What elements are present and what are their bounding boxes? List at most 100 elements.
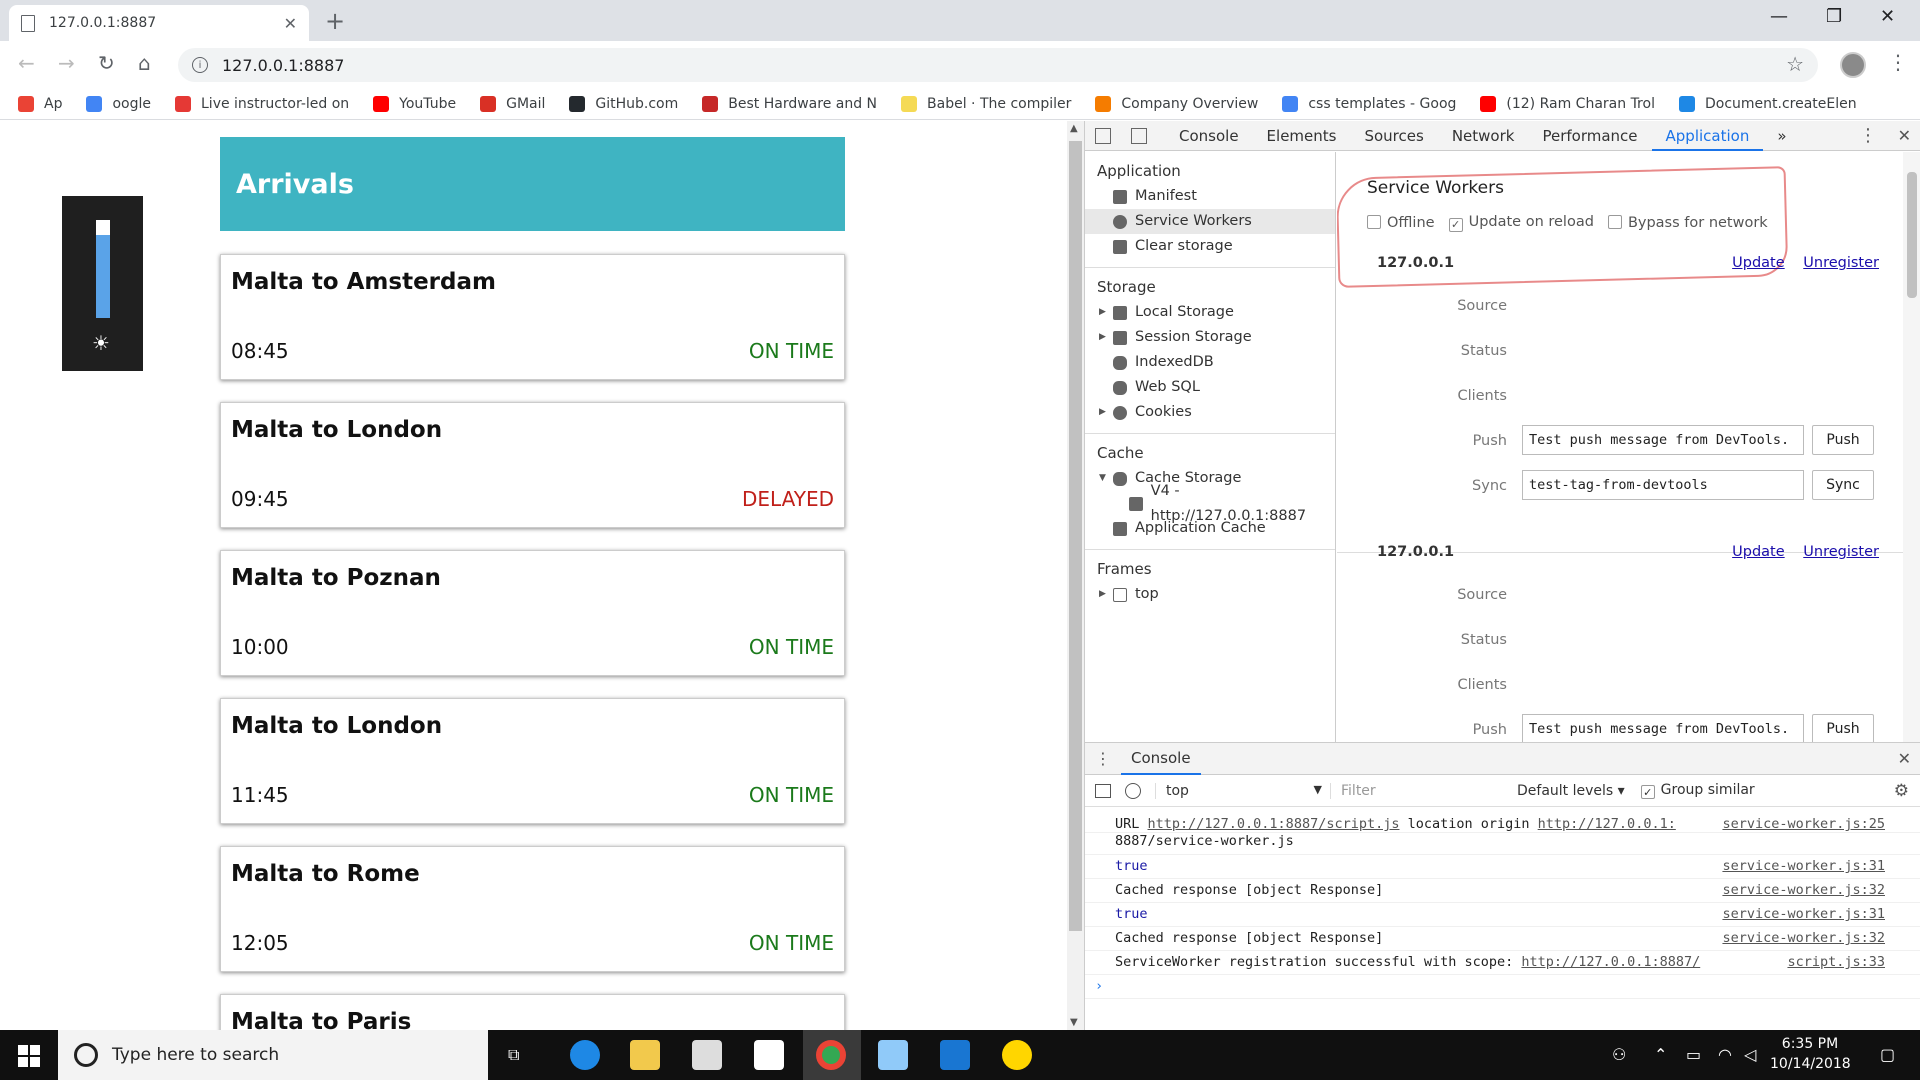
page-scroll-thumb[interactable] <box>1069 141 1082 931</box>
app-icon[interactable] <box>1002 1040 1032 1070</box>
push-button[interactable]: Push <box>1812 714 1874 742</box>
console-prompt[interactable]: › <box>1085 975 1920 999</box>
battery-icon[interactable]: ▭ <box>1686 1045 1701 1064</box>
sync-button[interactable]: Sync <box>1812 470 1874 500</box>
unchecked-icon[interactable] <box>1367 214 1381 229</box>
console-settings-icon[interactable]: ⚙ <box>1894 781 1909 801</box>
sidebar-item-service-workers[interactable]: Service Workers <box>1085 209 1335 234</box>
info-icon[interactable]: i <box>192 57 208 73</box>
console-source-link[interactable]: service-worker.js:31 <box>1722 858 1885 874</box>
collapse-arrow-icon[interactable]: ▼ <box>1099 466 1109 491</box>
bookmark-star-icon[interactable]: ☆ <box>1786 52 1804 76</box>
forward-icon[interactable]: → <box>58 51 75 75</box>
reload-icon[interactable]: ↻ <box>98 51 115 75</box>
tab-close-icon[interactable]: ✕ <box>284 14 297 33</box>
volume-icon[interactable]: ◁ <box>1744 1045 1756 1064</box>
tab-console[interactable]: Console <box>1165 121 1253 151</box>
page-scrollbar[interactable]: ▲ ▼ <box>1067 121 1084 1030</box>
bookmark-item[interactable]: GMail <box>480 95 545 112</box>
tab-elements[interactable]: Elements <box>1253 121 1351 151</box>
unregister-link[interactable]: Unregister <box>1803 255 1879 271</box>
home-icon[interactable]: ⌂ <box>138 51 151 75</box>
sidebar-item-clear-storage[interactable]: Clear storage <box>1085 234 1335 259</box>
push-input[interactable]: Test push message from DevTools. <box>1522 714 1804 742</box>
bookmark-item[interactable]: Company Overview <box>1095 95 1258 112</box>
windows-start-icon[interactable] <box>18 1045 40 1067</box>
console-source-link[interactable]: service-worker.js:32 <box>1722 882 1885 898</box>
log-levels-select[interactable]: Default levels ▾ <box>1517 783 1625 799</box>
sidebar-item-websql[interactable]: Web SQL <box>1085 375 1335 400</box>
sidebar-item-session-storage[interactable]: ▶ Session Storage <box>1085 325 1335 350</box>
device-toolbar-icon[interactable] <box>1131 127 1147 144</box>
sidebar-item-manifest[interactable]: Manifest <box>1085 184 1335 209</box>
bookmark-item[interactable]: Best Hardware and N <box>702 95 877 112</box>
bookmark-item[interactable]: oogle <box>86 95 151 112</box>
back-icon[interactable]: ← <box>18 51 35 75</box>
drawer-tab-console[interactable]: Console <box>1121 743 1201 775</box>
people-icon[interactable]: ⚇ <box>1612 1045 1626 1064</box>
offline-checkbox[interactable]: Offline <box>1367 214 1435 231</box>
console-link[interactable]: http://127.0.0.1:8887/script.js <box>1148 816 1400 832</box>
chrome-menu-icon[interactable]: ⋮ <box>1888 50 1908 74</box>
bookmark-item[interactable]: Live instructor-led on <box>175 95 349 112</box>
sync-input[interactable]: test-tag-from-devtools <box>1522 470 1804 500</box>
tab-application[interactable]: Application <box>1651 121 1764 151</box>
expand-arrow-icon[interactable]: ▶ <box>1099 300 1109 325</box>
scroll-down-icon[interactable]: ▼ <box>1070 1017 1078 1028</box>
bookmark-item[interactable]: Document.createElen <box>1678 95 1857 112</box>
task-view-icon[interactable]: ⧉ <box>508 1045 519 1065</box>
inspect-icon[interactable] <box>1095 127 1111 144</box>
bookmark-item[interactable]: Babel · The compiler <box>901 95 1071 112</box>
tab-sources[interactable]: Sources <box>1350 121 1437 151</box>
media-player-icon[interactable] <box>878 1040 908 1070</box>
chrome-icon[interactable] <box>816 1040 846 1070</box>
minimize-icon[interactable]: — <box>1770 6 1788 27</box>
store-icon[interactable] <box>692 1040 722 1070</box>
drawer-close-icon[interactable]: ✕ <box>1898 749 1911 768</box>
push-input[interactable]: Test push message from DevTools. <box>1522 425 1804 455</box>
sidebar-toggle-icon[interactable] <box>1095 783 1111 798</box>
browser-tab[interactable]: 127.0.0.1:8887 ✕ <box>9 5 309 41</box>
devtools-close-icon[interactable]: ✕ <box>1898 126 1911 145</box>
console-source-link[interactable]: service-worker.js:32 <box>1722 930 1885 946</box>
edge-icon[interactable] <box>570 1040 600 1070</box>
tab-performance[interactable]: Performance <box>1528 121 1651 151</box>
tab-network[interactable]: Network <box>1438 121 1529 151</box>
update-on-reload-checkbox[interactable]: ✓ Update on reload <box>1448 214 1594 232</box>
bookmark-item[interactable]: css templates - Goog <box>1282 95 1456 112</box>
checked-icon[interactable]: ✓ <box>1448 217 1463 232</box>
expand-arrow-icon[interactable]: ▶ <box>1099 582 1109 607</box>
push-button[interactable]: Push <box>1812 425 1874 455</box>
sidebar-item-top-frame[interactable]: ▶ top <box>1085 582 1335 607</box>
new-tab-button[interactable]: + <box>325 7 345 35</box>
filter-input[interactable]: Filter <box>1330 782 1505 799</box>
console-source-link[interactable]: service-worker.js:25 <box>1722 816 1885 832</box>
sidebar-item-cookies[interactable]: ▶ Cookies <box>1085 400 1335 425</box>
tray-chevron-icon[interactable]: ⌃ <box>1654 1045 1667 1064</box>
taskbar-search[interactable]: Type here to search 🎙 <box>58 1030 586 1080</box>
window-close-icon[interactable]: ✕ <box>1880 6 1895 27</box>
profile-avatar[interactable] <box>1840 52 1866 78</box>
sidebar-item-local-storage[interactable]: ▶ Local Storage <box>1085 300 1335 325</box>
bookmark-item[interactable]: (12) Ram Charan Trol <box>1480 95 1655 112</box>
unchecked-icon[interactable] <box>1607 214 1622 229</box>
console-source-link[interactable]: script.js:33 <box>1787 954 1885 970</box>
bypass-network-checkbox[interactable]: Bypass for network <box>1607 214 1768 231</box>
drawer-menu-icon[interactable]: ⋮ <box>1095 749 1111 768</box>
console-link[interactable]: http://127.0.0.1:8887/ <box>1521 954 1700 970</box>
more-tabs-icon[interactable]: » <box>1763 121 1800 151</box>
mail-icon[interactable] <box>754 1040 784 1070</box>
update-link[interactable]: Update <box>1732 255 1785 271</box>
devtools-scroll-thumb[interactable] <box>1907 172 1917 298</box>
sidebar-item-indexeddb[interactable]: IndexedDB <box>1085 350 1335 375</box>
sidebar-item-cache-v4[interactable]: V4 - http://127.0.0.1:8887 <box>1085 483 1335 524</box>
bookmark-item[interactable]: Ap <box>18 95 62 112</box>
group-similar-checkbox[interactable]: ✓ Group similar <box>1640 782 1755 800</box>
unregister-link[interactable]: Unregister <box>1803 544 1879 560</box>
expand-arrow-icon[interactable]: ▶ <box>1099 400 1109 425</box>
context-select[interactable]: top ▼ <box>1155 782 1330 799</box>
restore-icon[interactable]: ❐ <box>1826 6 1842 27</box>
update-link[interactable]: Update <box>1732 544 1785 560</box>
expand-arrow-icon[interactable]: ▶ <box>1099 325 1109 350</box>
console-source-link[interactable]: service-worker.js:31 <box>1722 906 1885 922</box>
